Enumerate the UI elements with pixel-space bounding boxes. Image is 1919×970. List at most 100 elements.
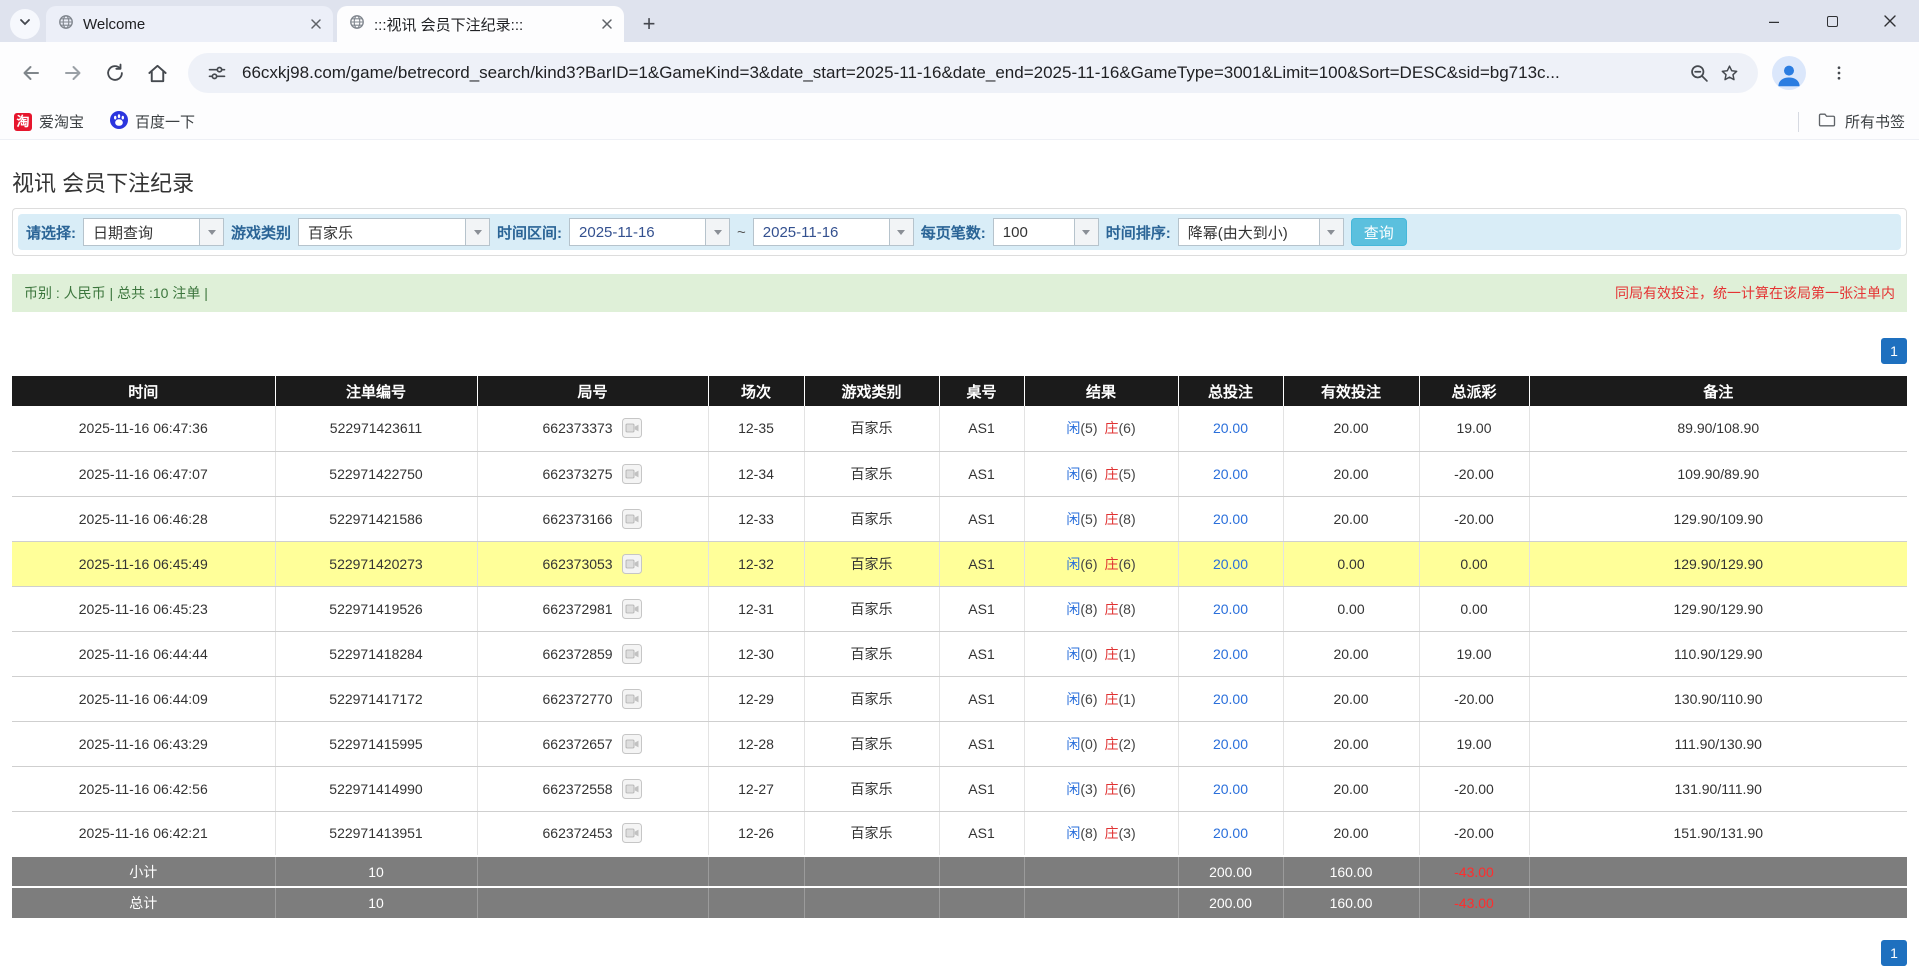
site-settings-tune-icon[interactable] [202,58,232,88]
sort-select[interactable]: 降幂(由大到小) [1178,218,1344,246]
cell-valid-bet: 20.00 [1283,766,1419,811]
total-bet-link[interactable]: 20.00 [1213,736,1248,752]
tab-close-icon[interactable] [307,15,325,33]
total-bet-link[interactable]: 20.00 [1213,556,1248,572]
banker-score: (8) [1119,511,1136,527]
cell-game: 百家乐 [804,676,939,721]
maximize-button[interactable] [1803,0,1861,42]
cell-valid-bet: 0.00 [1283,541,1419,586]
round-replay-icon[interactable] [622,644,642,664]
total-bet-link[interactable]: 20.00 [1213,781,1248,797]
all-bookmarks-label: 所有书签 [1845,111,1905,132]
cell-payout: 0.00 [1419,586,1529,631]
date-end-select[interactable]: 2025-11-16 [753,218,914,246]
player-score: (8) [1080,601,1097,617]
chevron-down-icon[interactable] [705,219,729,245]
chevron-down-icon[interactable] [889,219,913,245]
total-bet-link[interactable]: 20.00 [1213,466,1248,482]
player-result: 闲 [1066,420,1080,436]
banker-result: 庄 [1105,511,1119,527]
cell-bet-id: 522971419526 [275,586,477,631]
tab-welcome[interactable]: Welcome [46,6,333,42]
banker-score: (6) [1119,781,1136,797]
total-bet-link[interactable]: 20.00 [1213,691,1248,707]
reload-button[interactable] [94,52,136,94]
globe-favicon-icon [58,14,74,35]
cell-valid-bet: 20.00 [1283,631,1419,676]
query-type-select[interactable]: 日期查询 [83,218,224,246]
bookmark-star-icon[interactable] [1714,58,1744,88]
cell-table: AS1 [939,631,1024,676]
cell-session: 12-32 [708,541,804,586]
cell-time: 2025-11-16 06:43:29 [12,721,275,766]
round-replay-icon[interactable] [622,464,642,484]
page-number-button[interactable]: 1 [1881,338,1907,364]
round-replay-icon[interactable] [622,823,642,843]
back-button[interactable] [10,52,52,94]
chevron-down-icon[interactable] [1074,219,1098,245]
cell-time: 2025-11-16 06:44:44 [12,631,275,676]
cell-payout: -20.00 [1419,451,1529,496]
currency-total-text: 币别 : 人民币 | 总共 :10 注单 | [24,283,208,303]
cell-valid-bet: 20.00 [1283,451,1419,496]
chevron-down-icon[interactable] [199,219,223,245]
search-button[interactable]: 查询 [1351,218,1407,246]
round-replay-icon[interactable] [622,779,642,799]
round-replay-icon[interactable] [622,599,642,619]
cell-table: AS1 [939,586,1024,631]
total-bet-link[interactable]: 20.00 [1213,511,1248,527]
banker-score: (8) [1119,601,1136,617]
player-score: (5) [1080,511,1097,527]
date-start-select[interactable]: 2025-11-16 [569,218,730,246]
tab-search-button[interactable] [10,9,40,39]
minimize-button[interactable]: – [1745,0,1803,42]
page-title: 视讯 会员下注纪录 [12,166,1907,198]
banker-result: 庄 [1105,601,1119,617]
cell-result: 闲(3)庄(6) [1024,766,1178,811]
chevron-down-icon[interactable] [465,219,489,245]
profile-avatar[interactable] [1772,56,1806,90]
round-replay-icon[interactable] [622,689,642,709]
close-window-button[interactable] [1861,0,1919,42]
bookmark-baidu[interactable]: 百度一下 [110,111,195,133]
grand-total-row: 总计 10 200.00 160.00 -43.00 [12,887,1907,918]
cell-note: 129.90/129.90 [1529,541,1907,586]
game-category-select[interactable]: 百家乐 [298,218,490,246]
round-replay-icon[interactable] [622,509,642,529]
col-payout: 总派彩 [1419,376,1529,406]
col-note: 备注 [1529,376,1907,406]
per-page-select[interactable]: 100 [993,218,1099,246]
total-bet-link[interactable]: 20.00 [1213,601,1248,617]
col-table: 桌号 [939,376,1024,406]
bookmark-taobao[interactable]: 淘 爱淘宝 [14,111,84,132]
player-result: 闲 [1066,556,1080,572]
new-tab-button[interactable]: + [634,9,664,39]
page-number-button[interactable]: 1 [1881,940,1907,966]
cell-note: 151.90/131.90 [1529,811,1907,856]
subtotal-valid-bet: 160.00 [1283,856,1419,887]
browser-menu-icon[interactable] [1822,56,1856,90]
total-bet-link[interactable]: 20.00 [1213,420,1248,436]
address-bar[interactable]: 66cxkj98.com/game/betrecord_search/kind3… [188,53,1758,93]
cell-result: 闲(5)庄(6) [1024,406,1178,451]
cell-total-bet: 20.00 [1178,586,1283,631]
cell-round: 662372453 [477,811,708,856]
cell-round: 662372657 [477,721,708,766]
cell-table: AS1 [939,406,1024,451]
home-button[interactable] [136,52,178,94]
round-replay-icon[interactable] [622,734,642,754]
pagination-bottom: 1 [12,940,1907,966]
tab-close-icon[interactable] [598,15,616,33]
round-replay-icon[interactable] [622,418,642,438]
chevron-down-icon[interactable] [1319,219,1343,245]
total-bet-link[interactable]: 20.00 [1213,825,1248,841]
cell-round: 662373275 [477,451,708,496]
tab-betrecord[interactable]: :::视讯 会员下注纪录::: [337,6,624,42]
all-bookmarks-button[interactable]: 所有书签 [1798,110,1905,134]
tilde-separator: ~ [737,224,746,241]
total-bet-link[interactable]: 20.00 [1213,646,1248,662]
round-replay-icon[interactable] [622,554,642,574]
cell-payout: -20.00 [1419,766,1529,811]
zoom-out-icon[interactable] [1684,58,1714,88]
forward-button[interactable] [52,52,94,94]
